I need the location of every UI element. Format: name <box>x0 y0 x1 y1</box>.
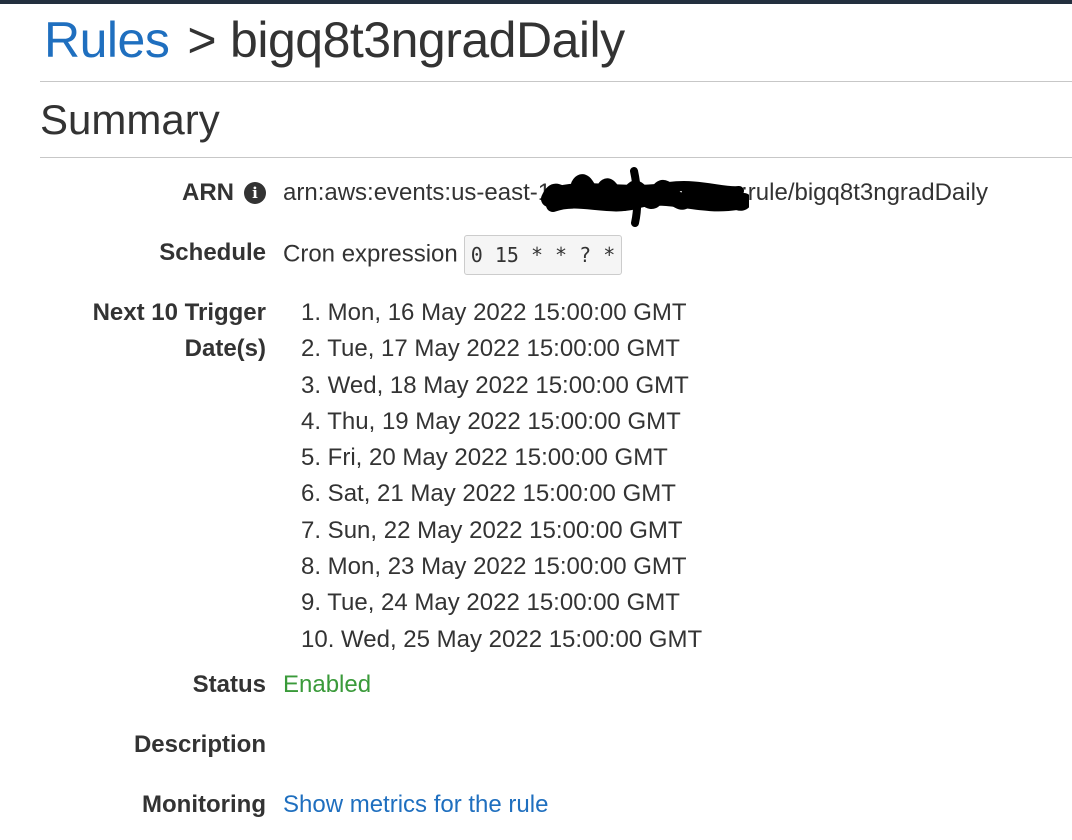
trigger-date: 8. Mon, 23 May 2022 15:00:00 GMT <box>301 553 687 581</box>
page-title: Rules > bigq8t3ngradDaily <box>44 8 625 72</box>
redaction-scribble <box>541 166 750 227</box>
schedule-type: Cron expression <box>283 240 458 268</box>
schedule-label: Schedule <box>159 239 266 266</box>
trigger-date: 4. Thu, 19 May 2022 15:00:00 GMT <box>301 407 681 435</box>
title-divider <box>40 81 1072 82</box>
cron-expression: 0 15 * * ? * <box>463 235 623 275</box>
breadcrumb-rules-link[interactable]: Rules <box>44 11 170 69</box>
schedule-value: Cron expression 0 15 * * ? * <box>283 235 623 275</box>
show-metrics-link[interactable]: Show metrics for the rule <box>283 791 548 818</box>
summary-divider <box>40 157 1072 158</box>
next-triggers-label-line2: Date(s) <box>184 335 266 362</box>
status-label: Status <box>192 671 266 698</box>
trigger-date: 6. Sat, 21 May 2022 15:00:00 GMT <box>301 480 676 508</box>
info-icon[interactable]: i <box>244 182 266 204</box>
description-label: Description <box>133 731 266 758</box>
trigger-date: 10. Wed, 25 May 2022 15:00:00 GMT <box>301 625 703 653</box>
arn-label-text: ARN <box>182 179 234 206</box>
breadcrumb-separator: > <box>187 12 217 68</box>
trigger-date: 9. Tue, 24 May 2022 15:00:00 GMT <box>301 589 680 617</box>
monitoring-value: Show metrics for the rule <box>283 787 548 823</box>
summary-heading: Summary <box>40 96 220 143</box>
arn-value: arn:aws:events:us-east-1 :rule/bigq8t3ng… <box>283 166 988 227</box>
trigger-date: 7. Sun, 22 May 2022 15:00:00 GMT <box>301 516 683 544</box>
monitoring-label: Monitoring <box>142 791 266 818</box>
trigger-date: 1. Mon, 16 May 2022 15:00:00 GMT <box>301 299 687 326</box>
rule-detail-page: Rules > bigq8t3ngradDaily Summary ARN i a… <box>0 0 1072 840</box>
next-triggers-label-line1: Next 10 Trigger <box>92 299 266 326</box>
top-bar <box>0 0 1072 4</box>
rule-name-title: bigq8t3ngradDaily <box>230 12 625 68</box>
arn-label: ARN i <box>182 175 266 211</box>
next-triggers-label: Next 10 Trigger Date(s) <box>93 295 266 367</box>
trigger-date: 3. Wed, 18 May 2022 15:00:00 GMT <box>301 371 689 399</box>
arn-value-prefix: arn:aws:events:us-east-1 <box>283 179 552 206</box>
arn-value-suffix: :rule/bigq8t3ngradDaily <box>741 179 988 206</box>
trigger-dates-list: 1. Mon, 16 May 2022 15:00:00 GMT 2. Tue,… <box>301 295 702 658</box>
trigger-date: 5. Fri, 20 May 2022 15:00:00 GMT <box>301 444 668 472</box>
status-value: Enabled <box>283 671 372 698</box>
trigger-date: 2. Tue, 17 May 2022 15:00:00 GMT <box>301 335 680 363</box>
